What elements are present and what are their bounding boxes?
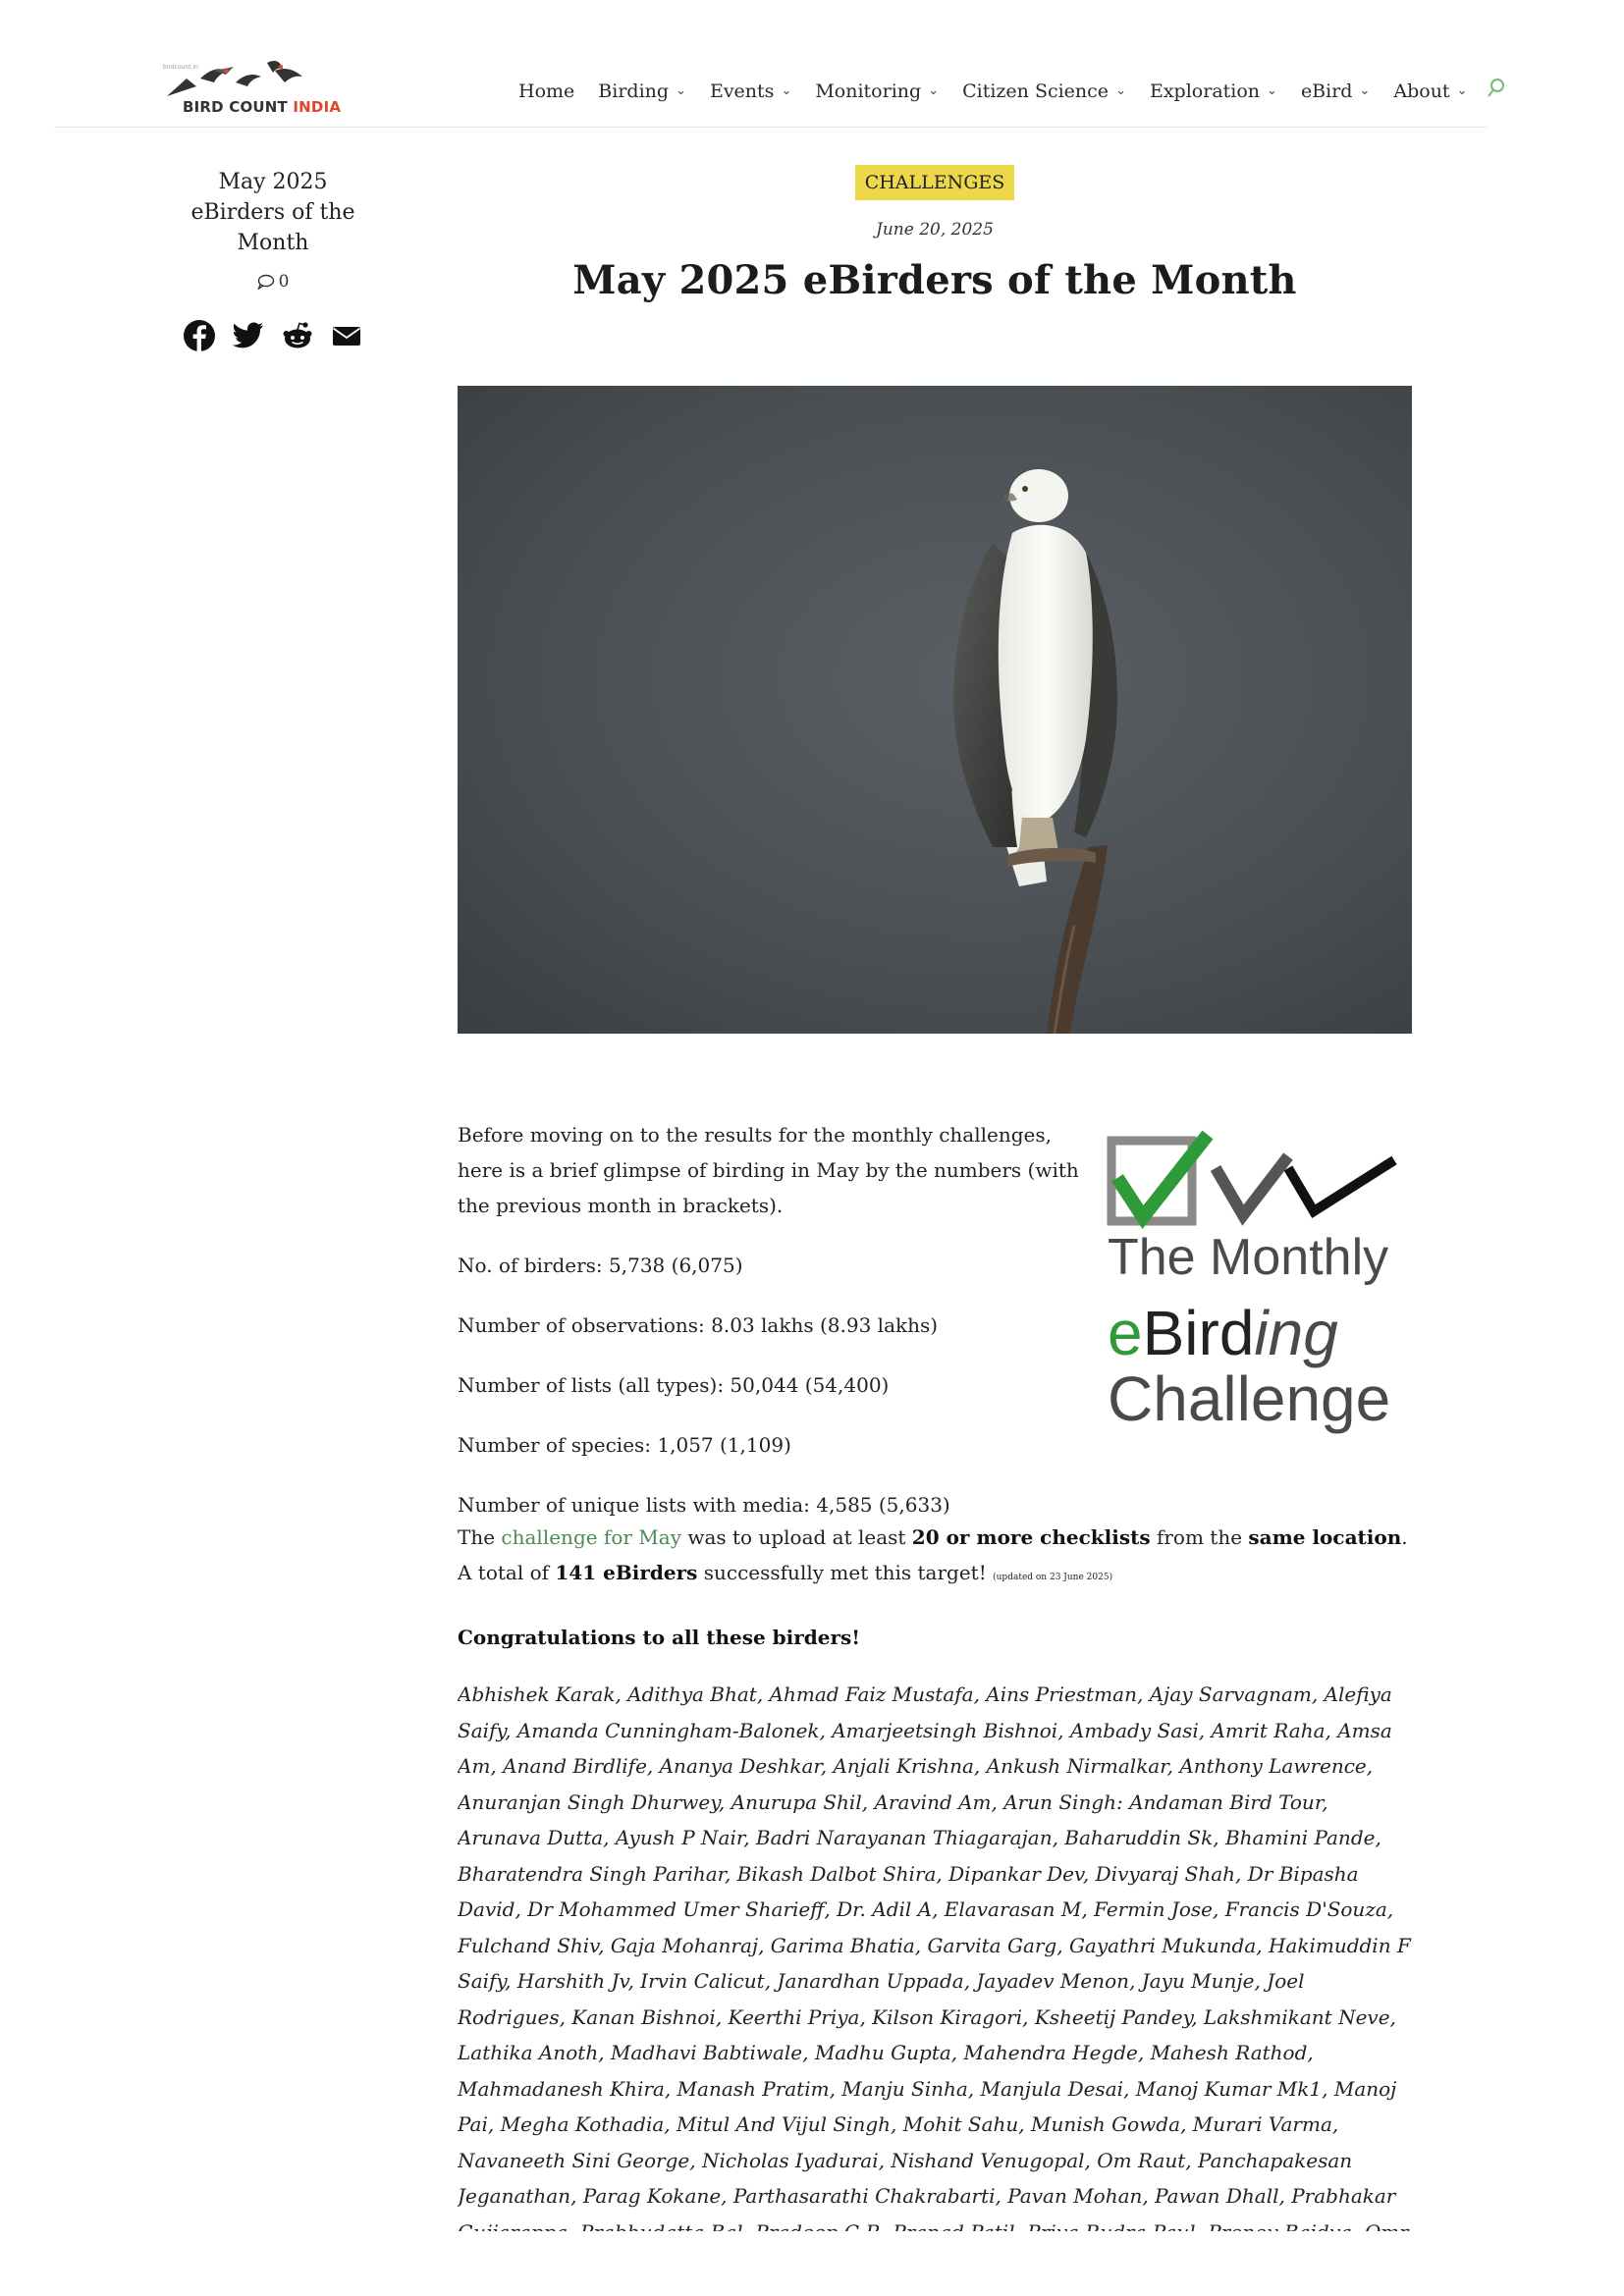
email-icon[interactable] xyxy=(328,317,365,354)
twitter-icon[interactable] xyxy=(230,317,267,354)
chevron-down-icon: ⌄ xyxy=(1456,83,1468,98)
search-icon[interactable] xyxy=(1487,78,1506,104)
chevron-down-icon: ⌄ xyxy=(676,83,686,98)
challenge-bold: 141 eBirders xyxy=(555,1561,698,1584)
nav-item-about[interactable]: About ⌄ xyxy=(1393,80,1467,102)
nav-item-ebird[interactable]: eBird ⌄ xyxy=(1301,80,1370,102)
post-main: CHALLENGES June 20, 2025 May 2025 eBirde… xyxy=(458,165,1412,2231)
nav-label: Events xyxy=(709,80,775,102)
nav-label: eBird xyxy=(1300,80,1353,102)
facebook-icon[interactable] xyxy=(181,317,218,354)
chevron-down-icon: ⌄ xyxy=(1267,83,1277,98)
logo-text: BIRD COUNT INDIA xyxy=(183,98,341,116)
comment-count-value: 0 xyxy=(278,272,290,292)
badge-ing: ing xyxy=(1254,1298,1338,1368)
badge-e: e xyxy=(1108,1298,1143,1368)
winners-list: Abhishek Karak, Adithya Bhat, Ahmad Faiz… xyxy=(458,1682,1411,2231)
post-date: June 20, 2025 xyxy=(876,220,994,240)
nav-item-monitoring[interactable]: Monitoring ⌄ xyxy=(815,80,939,102)
category-badge[interactable]: CHALLENGES xyxy=(854,165,1015,200)
chevron-down-icon: ⌄ xyxy=(928,83,940,98)
badge-line-2: eBirding xyxy=(1108,1302,1338,1364)
logo-text-india: INDIA xyxy=(293,98,342,116)
checkmarks-icon xyxy=(1107,1130,1397,1230)
nav-item-citizen-science[interactable]: Citizen Science ⌄ xyxy=(962,80,1126,102)
badge-bird: Bird xyxy=(1142,1298,1255,1368)
nav-label: Birding xyxy=(598,80,670,102)
nav-label: About xyxy=(1393,80,1450,102)
nav-item-exploration[interactable]: Exploration ⌄ xyxy=(1150,80,1277,102)
bird-count-india-logo[interactable]: birdcount.in BIRD COUNT INDIA xyxy=(157,57,368,122)
badge-line-3: Challenge xyxy=(1108,1363,1391,1434)
nav-label: Monitoring xyxy=(815,80,922,102)
logo-small-text: birdcount.in xyxy=(163,64,198,71)
hero-image-white-bellied-sea-eagle xyxy=(458,386,1412,1034)
site-header: birdcount.in BIRD COUNT INDIA Home Birdi… xyxy=(54,0,1505,128)
comment-icon xyxy=(256,274,274,290)
stat-species: Number of species: 1,057 (1,109) xyxy=(458,1433,791,1457)
logo-text-bird-count: BIRD COUNT xyxy=(183,98,294,116)
challenge-text: successfully met this target! xyxy=(697,1561,994,1584)
intro-text: Before moving on to the results for the … xyxy=(458,1117,1086,1522)
chevron-down-icon: ⌄ xyxy=(1359,83,1371,98)
nav-item-birding[interactable]: Birding ⌄ xyxy=(598,80,686,102)
intro-section: Before moving on to the results for the … xyxy=(458,1117,1412,1529)
chevron-down-icon: ⌄ xyxy=(1115,83,1126,98)
main-nav: Home Birding ⌄ Events ⌄ Monitoring ⌄ Citize… xyxy=(518,78,1506,104)
stat-lists: Number of lists (all types): 50,044 (54,… xyxy=(458,1373,890,1397)
badge-line-1: The Monthly xyxy=(1108,1229,1389,1286)
congrats-heading: Congratulations to all these birders! xyxy=(458,1626,861,1649)
stat-observations: Number of observations: 8.03 lakhs (8.93… xyxy=(458,1313,939,1337)
stat-birders: No. of birders: 5,738 (6,075) xyxy=(458,1254,743,1277)
category-wrapper: CHALLENGES xyxy=(458,165,1412,200)
reddit-icon[interactable] xyxy=(279,317,316,354)
updated-note: (updated on 23 June 2025) xyxy=(993,1573,1113,1582)
stat-media-lists: Number of unique lists with media: 4,585… xyxy=(458,1493,950,1517)
nav-label: Home xyxy=(518,80,575,102)
sidebar: May 2025 eBirders of the Month 0 xyxy=(175,167,371,354)
chevron-down-icon: ⌄ xyxy=(781,83,792,98)
post-content: Before moving on to the results for the … xyxy=(458,1117,1412,2231)
intro-paragraph: Before moving on to the results for the … xyxy=(458,1123,1079,1217)
nav-label: Exploration xyxy=(1149,80,1261,102)
sidebar-post-title: May 2025 eBirders of the Month xyxy=(190,170,355,255)
comment-count[interactable]: 0 xyxy=(175,272,371,292)
nav-item-events[interactable]: Events ⌄ xyxy=(710,80,791,102)
nav-item-home[interactable]: Home xyxy=(518,80,574,102)
monthly-ebirding-challenge-logo: The Monthly eBirding Challenge xyxy=(1106,1127,1400,1451)
post-title: May 2025 eBirders of the Month xyxy=(572,257,1297,303)
nav-label: Citizen Science xyxy=(962,80,1110,102)
share-buttons xyxy=(175,317,371,354)
challenge-paragraph: The challenge for May was to upload at l… xyxy=(458,1520,1412,1595)
